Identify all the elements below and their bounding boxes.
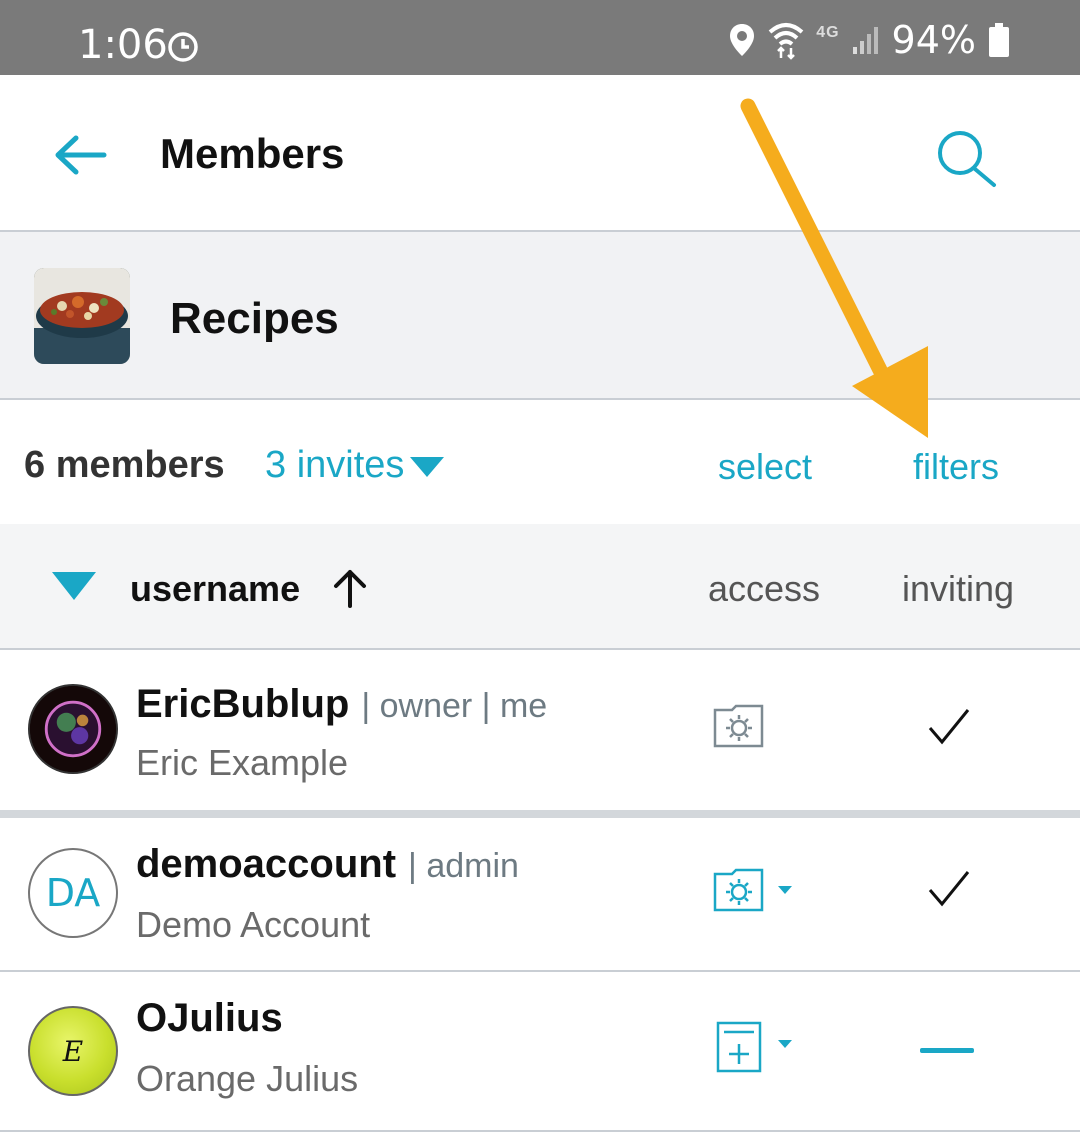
avatar: DA [28, 848, 118, 938]
network-type: 4G [816, 24, 840, 41]
member-row[interactable]: EricBublup | owner | me Eric Example [0, 650, 1080, 818]
username: demoaccount [136, 842, 397, 886]
filters-link[interactable]: filters [913, 446, 999, 488]
signal-icon [852, 27, 878, 54]
username-line: demoaccount | admin [136, 842, 519, 887]
avatar [28, 684, 118, 774]
invites-dropdown[interactable]: 3 invites [265, 444, 445, 487]
collapse-toggle-icon[interactable] [52, 572, 96, 600]
role-labels: | admin [408, 847, 519, 885]
column-username[interactable]: username [130, 568, 300, 610]
caret-down-icon [410, 456, 445, 477]
role-labels: | owner | me [361, 687, 548, 725]
app-bar: Members [0, 75, 1080, 230]
column-header: username access inviting [0, 524, 1080, 650]
page-title: Members [160, 130, 345, 177]
folder-gear-icon [713, 704, 764, 748]
group-name: Recipes [170, 294, 339, 343]
search-icon[interactable] [932, 127, 1002, 197]
back-arrow-icon[interactable] [50, 130, 110, 180]
inviting-none-icon[interactable] [920, 1048, 974, 1053]
wifi-icon [768, 23, 804, 60]
full-name: Orange Julius [136, 1058, 359, 1099]
select-link[interactable]: select [718, 446, 812, 488]
status-icons: 4G 94% [728, 18, 1010, 62]
group-header[interactable]: Recipes [0, 230, 1080, 400]
access-caret-icon[interactable] [778, 1040, 792, 1048]
sort-ascending-icon[interactable] [330, 566, 370, 610]
battery-level: 94% [891, 18, 976, 62]
full-name: Eric Example [136, 742, 349, 783]
check-icon[interactable] [926, 868, 972, 910]
status-bar: 1:06 4G 94% [0, 0, 1080, 75]
full-name: Demo Account [136, 904, 371, 945]
status-time: 1:06 [78, 22, 168, 68]
column-inviting[interactable]: inviting [902, 568, 1014, 610]
location-pin-icon [730, 24, 755, 56]
avatar: E [28, 1006, 118, 1096]
invites-label: 3 invites [265, 444, 405, 486]
members-summary: 6 members 3 invites select filters [0, 400, 1080, 524]
check-icon [928, 709, 970, 745]
members-count: 6 members [24, 444, 225, 486]
username: EricBublup [136, 682, 350, 726]
group-thumbnail [34, 268, 130, 364]
access-caret-icon[interactable] [778, 886, 792, 894]
battery-icon [989, 23, 1009, 57]
username-line: EricBublup | owner | me [136, 682, 547, 727]
member-row[interactable]: DA demoaccount | admin Demo Account [0, 818, 1080, 972]
alarm-clock-icon [168, 32, 198, 62]
column-access[interactable]: access [708, 568, 820, 610]
username-line: OJulius [136, 996, 295, 1041]
folder-gear-icon[interactable] [712, 866, 766, 914]
member-row[interactable]: E OJulius Orange Julius [0, 972, 1080, 1132]
add-item-icon[interactable] [712, 1020, 766, 1074]
username: OJulius [136, 996, 283, 1040]
